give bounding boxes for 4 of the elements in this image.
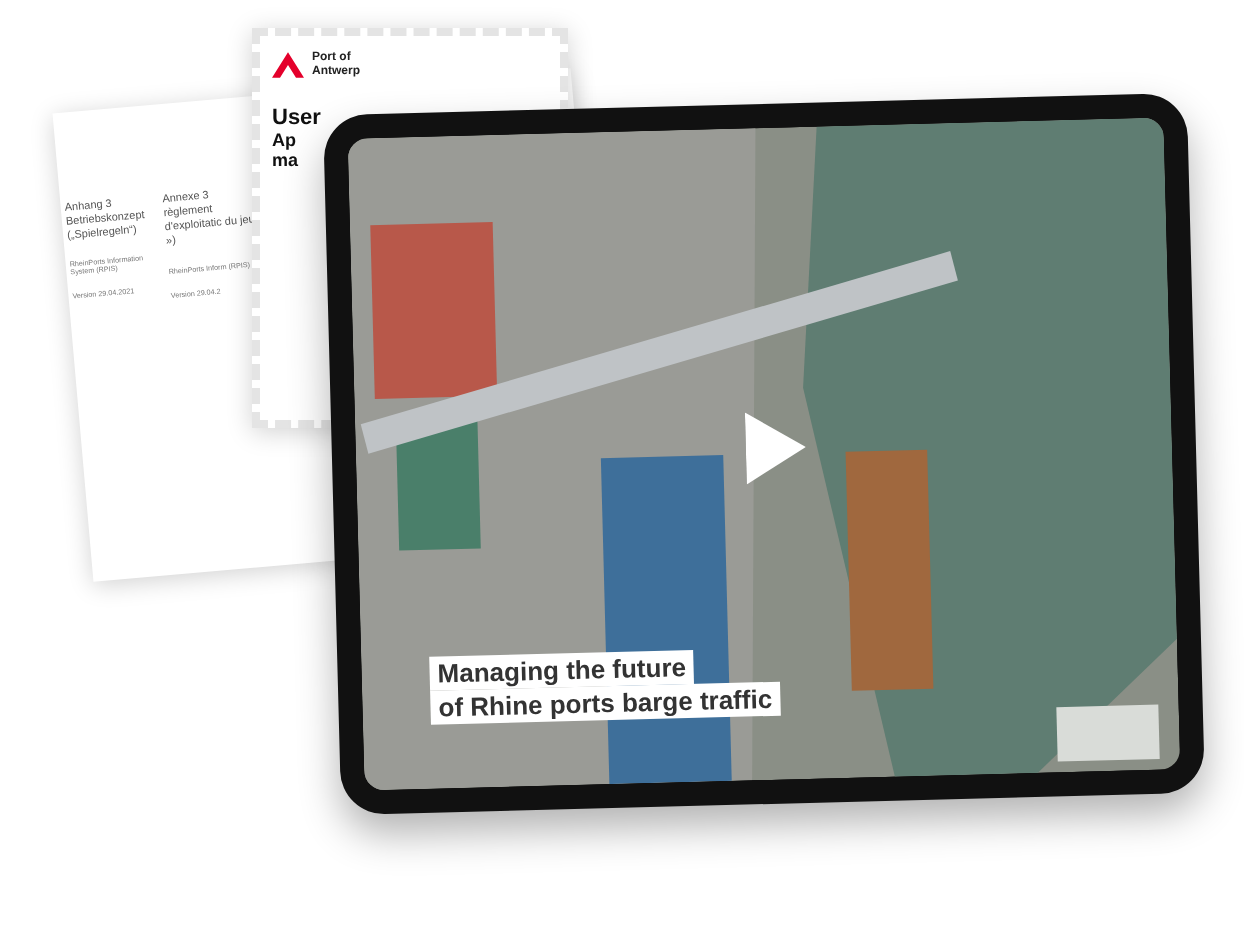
document-title: User bbox=[272, 106, 323, 131]
logo-icon bbox=[272, 52, 304, 79]
document-subtitle: Ap bbox=[272, 130, 298, 151]
document-subtitle: ma bbox=[272, 150, 301, 171]
